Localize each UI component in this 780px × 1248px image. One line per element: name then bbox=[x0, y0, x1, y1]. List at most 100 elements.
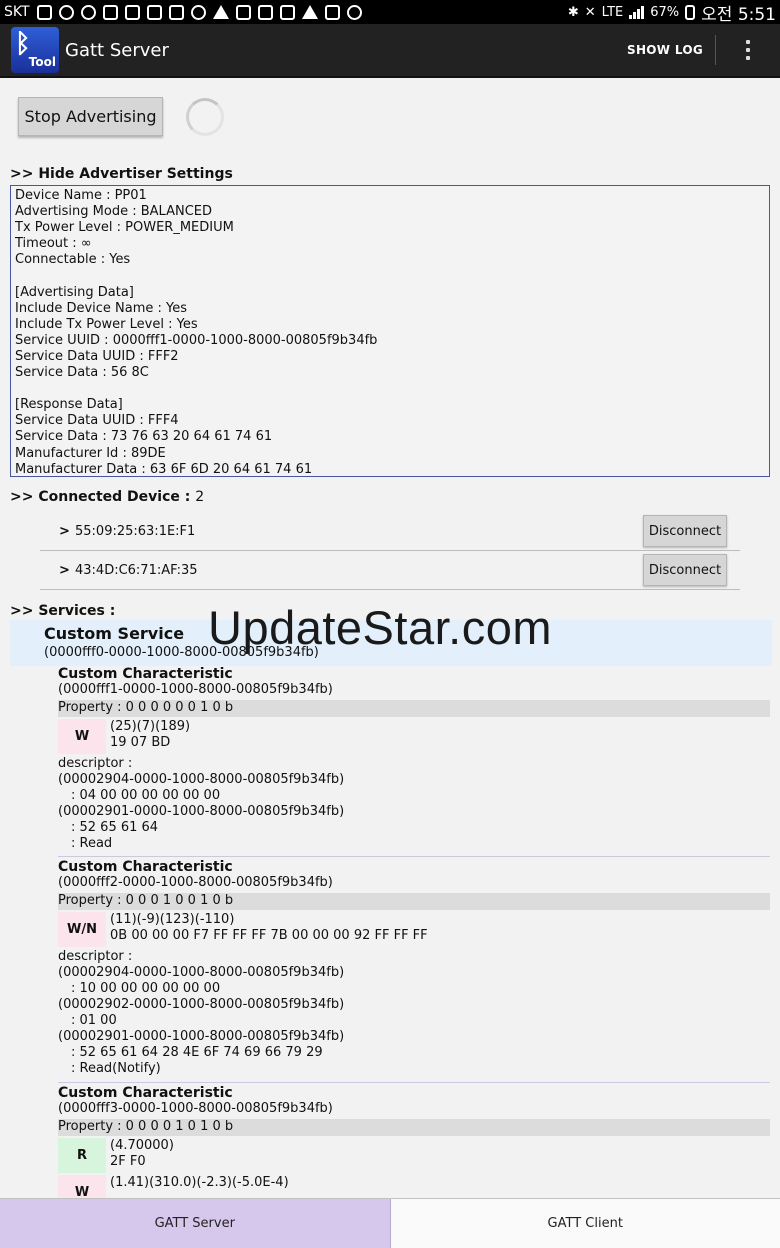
characteristic-uuid: (0000fff1-0000-1000-8000-00805f9b34fb) bbox=[58, 682, 333, 697]
characteristic-item[interactable]: Custom Characteristic (0000fff3-0000-100… bbox=[58, 1085, 770, 1198]
characteristic-name: Custom Characteristic bbox=[58, 1085, 233, 1101]
characteristic-hex: 2F F0 bbox=[110, 1154, 146, 1169]
advertiser-setting-line: Manufacturer Data : 63 6F 6D 20 64 61 74… bbox=[15, 461, 313, 477]
bluetooth-logo-icon: ᛒ bbox=[15, 29, 31, 59]
device-address: 55:09:25:63:1E:F1 bbox=[75, 523, 196, 539]
advertiser-setting-line: Device Name : PP01 bbox=[15, 188, 147, 203]
bottom-tab-bar: GATT Server GATT Client bbox=[0, 1198, 780, 1248]
characteristic-name: Custom Characteristic bbox=[58, 859, 233, 875]
characteristic-value: (25)(7)(189) bbox=[110, 719, 191, 734]
carrier-label: SKT bbox=[4, 4, 30, 20]
device-address: 43:4D:C6:71:AF:35 bbox=[75, 562, 198, 578]
bird-icon bbox=[58, 4, 74, 20]
connected-device-label: >> Connected Device : bbox=[10, 489, 191, 505]
disconnect-button[interactable]: Disconnect bbox=[643, 515, 727, 547]
action-divider bbox=[715, 35, 716, 65]
clock: 오전 5:51 bbox=[701, 4, 776, 25]
descriptor-value: : 52 65 61 64 bbox=[71, 820, 159, 835]
lock-icon bbox=[124, 4, 140, 20]
property-bar: Property : 0 0 0 0 0 0 1 0 b bbox=[58, 700, 770, 717]
battery-percent: 67% bbox=[650, 4, 680, 20]
connected-device-count: 2 bbox=[195, 489, 205, 505]
tab-gatt-client[interactable]: GATT Client bbox=[390, 1199, 780, 1248]
app-icon-label: Tool bbox=[28, 55, 56, 69]
descriptor-value: : 52 65 61 64 28 4E 6F 74 69 66 79 29 bbox=[71, 1045, 323, 1060]
connected-device-header: >> Connected Device : 2 bbox=[10, 489, 204, 505]
app-title: Gatt Server bbox=[65, 39, 169, 61]
chevron-right-icon: > bbox=[59, 523, 70, 539]
descriptor-uuid: (00002901-0000-1000-8000-00805f9b34fb) bbox=[58, 804, 345, 819]
tab-gatt-server[interactable]: GATT Server bbox=[0, 1199, 391, 1248]
warning-icon bbox=[301, 5, 318, 19]
descriptor-text: : Read(Notify) bbox=[71, 1061, 161, 1076]
news-icon bbox=[279, 4, 295, 20]
advertiser-settings-box: Device Name : PP01 Advertising Mode : BAL… bbox=[10, 185, 770, 477]
write-notify-badge[interactable]: W/N bbox=[58, 912, 106, 947]
battery-icon bbox=[685, 4, 696, 20]
descriptor-value: : 04 00 00 00 00 00 00 bbox=[71, 788, 221, 803]
advertiser-setting-line: Service UUID : 0000fff1-0000-1000-8000-0… bbox=[15, 332, 378, 348]
advertiser-setting-line: [Response Data] bbox=[15, 397, 123, 413]
descriptor-uuid: (00002904-0000-1000-8000-00805f9b34fb) bbox=[58, 965, 345, 980]
descriptor-value: : 10 00 00 00 00 00 00 bbox=[71, 981, 221, 996]
hide-advertiser-settings-toggle[interactable]: >> Hide Advertiser Settings bbox=[10, 166, 233, 182]
device-row[interactable]: > 55:09:25:63:1E:F1 Disconnect bbox=[40, 512, 740, 551]
characteristic-value: (11)(-9)(123)(-110) bbox=[110, 912, 235, 927]
main-content: Stop Advertising >> Hide Advertiser Sett… bbox=[0, 80, 780, 1198]
overflow-menu-icon[interactable] bbox=[736, 40, 760, 60]
descriptor-uuid: (00002902-0000-1000-8000-00805f9b34fb) bbox=[58, 997, 345, 1012]
signal-icon bbox=[629, 5, 645, 19]
descriptor-text: : Read bbox=[71, 836, 113, 851]
characteristic-name: Custom Characteristic bbox=[58, 666, 233, 682]
wifi-app-icon bbox=[346, 4, 362, 20]
services-header: >> Services : bbox=[10, 603, 116, 619]
gallery-icon bbox=[257, 4, 273, 20]
advertiser-setting-line: Service Data : 56 8C bbox=[15, 365, 149, 381]
descriptor-uuid: (00002904-0000-1000-8000-00805f9b34fb) bbox=[58, 772, 345, 787]
characteristic-uuid: (0000fff3-0000-1000-8000-00805f9b34fb) bbox=[58, 1101, 333, 1116]
characteristic-item[interactable]: Custom Characteristic (0000fff2-0000-100… bbox=[58, 859, 770, 1077]
descriptor-label: descriptor : bbox=[58, 756, 133, 771]
s-app-icon bbox=[36, 4, 52, 20]
mute-icon: ✕ bbox=[584, 4, 596, 20]
show-log-button[interactable]: SHOW LOG bbox=[615, 43, 715, 57]
property-bar: Property : 0 0 0 1 0 0 1 0 b bbox=[58, 893, 770, 910]
action-bar: ᛒ Tool Gatt Server SHOW LOG bbox=[0, 24, 780, 78]
advertiser-setting-line: Manufacturer Id : 89DE bbox=[15, 445, 166, 461]
characteristic-divider bbox=[58, 856, 770, 857]
image-icon bbox=[168, 4, 184, 20]
watermark: UpdateStar.com bbox=[208, 601, 553, 654]
close-box-icon bbox=[324, 4, 340, 20]
bar-icon bbox=[146, 4, 162, 20]
shield-icon bbox=[102, 4, 118, 20]
advertiser-setting-line: Tx Power Level : POWER_MEDIUM bbox=[15, 220, 234, 236]
read-badge[interactable]: R bbox=[58, 1138, 106, 1173]
advertiser-setting-line: [Advertising Data] bbox=[15, 284, 134, 300]
app-icon[interactable]: ᛒ Tool bbox=[11, 27, 59, 73]
chrome-icon bbox=[80, 4, 96, 20]
write-badge[interactable]: W bbox=[58, 1175, 106, 1198]
write-badge[interactable]: W bbox=[58, 719, 106, 754]
advertiser-setting-line: Advertising Mode : BALANCED bbox=[15, 204, 213, 220]
device-row[interactable]: > 43:4D:C6:71:AF:35 Disconnect bbox=[40, 551, 740, 590]
advertiser-setting-line: Service Data : 73 76 63 20 64 61 74 61 bbox=[15, 429, 273, 445]
chevron-right-icon: > bbox=[59, 562, 70, 578]
progress-spinner bbox=[186, 98, 224, 136]
characteristic-item[interactable]: Custom Characteristic (0000fff1-0000-100… bbox=[58, 666, 770, 852]
descriptor-label: descriptor : bbox=[58, 949, 133, 964]
characteristic-value: (4.70000) bbox=[110, 1138, 174, 1153]
disconnect-button[interactable]: Disconnect bbox=[643, 554, 727, 586]
property-bar: Property : 0 0 0 0 1 0 1 0 b bbox=[58, 1119, 770, 1136]
advertiser-setting-line: Timeout : ∞ bbox=[15, 236, 92, 252]
sync-icon bbox=[190, 4, 206, 20]
characteristic-divider bbox=[58, 1082, 770, 1083]
descriptor-value: : 01 00 bbox=[71, 1013, 117, 1028]
stop-advertising-button[interactable]: Stop Advertising bbox=[18, 97, 163, 136]
mail-icon bbox=[235, 4, 251, 20]
advertiser-setting-line: Connectable : Yes bbox=[15, 252, 131, 268]
status-bar: SKT ✱ ✕ LTE 67% 오전 5:51 bbox=[0, 0, 780, 25]
bluetooth-icon: ✱ bbox=[567, 4, 579, 20]
characteristic-hex: 0B 00 00 00 F7 FF FF FF 7B 00 00 00 92 F… bbox=[110, 928, 428, 943]
